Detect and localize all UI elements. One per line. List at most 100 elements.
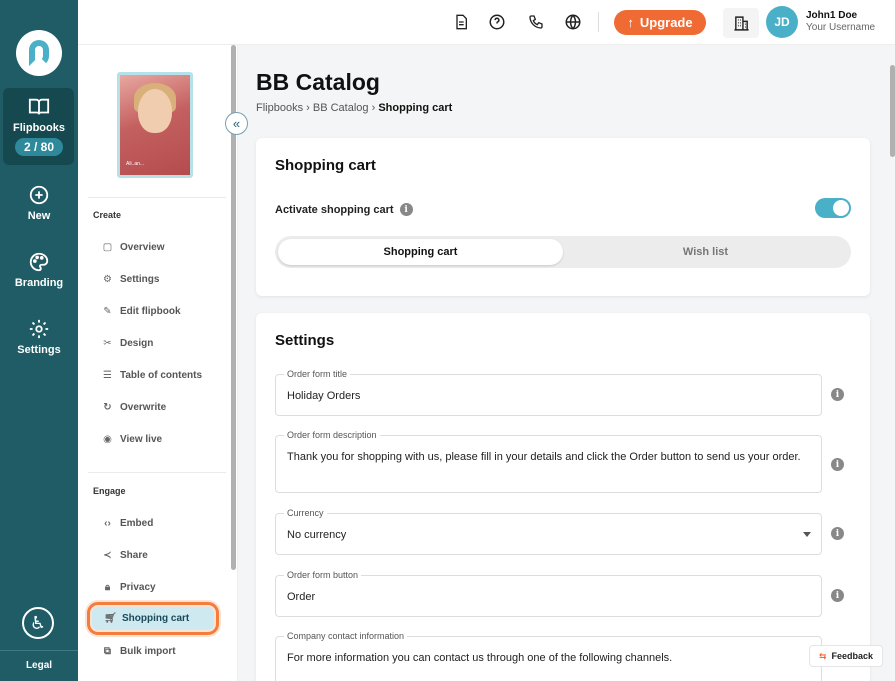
legal-link[interactable]: Legal xyxy=(0,660,78,671)
design-tools-icon: ✂ xyxy=(103,337,112,349)
nav-settings[interactable]: ⚙ Settings xyxy=(90,266,226,292)
code-icon: ‹› xyxy=(104,517,111,529)
breadcrumb-separator-icon: › xyxy=(306,102,313,114)
nav-label: Settings xyxy=(120,273,160,285)
nav-label: Share xyxy=(120,549,148,561)
user-info[interactable]: John1 Doe Your Username xyxy=(806,10,875,34)
flipbook-thumbnail[interactable]: Ali..an... xyxy=(117,72,193,178)
info-icon[interactable]: i xyxy=(831,527,844,540)
nav-shopping-cart[interactable]: 🛒︎ Shopping cart xyxy=(87,602,219,635)
nav-label: Edit flipbook xyxy=(120,305,181,317)
nav-label: Design xyxy=(120,337,154,349)
nav-privacy[interactable]: 🔒︎ Privacy xyxy=(90,574,226,600)
import-icon: ⧉ xyxy=(103,645,112,657)
main-rail: Flipbooks 2 / 80 New Branding Settings ♿… xyxy=(0,0,78,681)
share-icon: ≺ xyxy=(103,549,112,561)
nav-share[interactable]: ≺ Share xyxy=(90,542,226,568)
breadcrumb: Flipbooks › BB Catalog › Shopping cart xyxy=(256,102,452,114)
organization-button[interactable] xyxy=(723,8,759,38)
user-username: Your Username xyxy=(806,22,876,33)
card-title: Shopping cart xyxy=(275,157,376,174)
avatar[interactable]: JD xyxy=(766,6,798,38)
topbar-separator xyxy=(598,12,599,32)
refresh-icon: ↻ xyxy=(103,401,112,413)
currency-select[interactable]: Currency No currency xyxy=(275,508,822,555)
rail-item-settings[interactable]: Settings xyxy=(0,318,78,356)
field-label: Order form button xyxy=(284,570,362,580)
rail-item-branding[interactable]: Branding xyxy=(0,251,78,289)
nav-embed[interactable]: ‹› Embed xyxy=(90,510,226,536)
breadcrumb-current: Shopping cart xyxy=(378,102,453,114)
tab-shopping-cart[interactable]: Shopping cart xyxy=(278,239,563,265)
field-value: Thank you for shopping with us, please f… xyxy=(287,451,801,463)
activate-shopping-cart-toggle[interactable] xyxy=(815,198,851,218)
field-value: Holiday Orders xyxy=(287,390,361,402)
nav-label: Overwrite xyxy=(120,401,167,413)
tab-wish-list[interactable]: Wish list xyxy=(563,239,848,265)
top-bar: ↑ Upgrade JD John1 Doe Your Username xyxy=(78,0,895,45)
gear-icon xyxy=(29,319,49,339)
plus-circle-icon xyxy=(29,185,49,205)
layout-icon: ▢ xyxy=(102,241,113,253)
card-title: Settings xyxy=(275,332,335,349)
info-icon[interactable]: i xyxy=(831,589,844,602)
sidebar-divider xyxy=(88,197,226,198)
accessibility-button[interactable]: ♿ xyxy=(22,607,54,639)
globe-icon[interactable] xyxy=(564,13,582,31)
nav-overview[interactable]: ▢ Overview xyxy=(90,234,226,260)
info-icon[interactable]: i xyxy=(399,203,413,216)
upgrade-label: Upgrade xyxy=(639,15,693,30)
nav-table-of-contents[interactable]: ☰ Table of contents xyxy=(90,362,226,388)
order-form-description-field[interactable]: Order form description Thank you for sho… xyxy=(275,430,822,493)
section-title-create: Create xyxy=(93,210,122,220)
field-value: For more information you can contact us … xyxy=(287,652,673,664)
phone-icon[interactable] xyxy=(527,13,545,31)
double-chevron-left-icon: « xyxy=(232,116,241,131)
app-logo[interactable] xyxy=(16,30,62,76)
chevron-down-icon xyxy=(803,532,811,537)
field-label: Company contact information xyxy=(284,631,408,641)
user-name: John1 Doe xyxy=(806,10,858,21)
field-value: No currency xyxy=(287,529,347,541)
order-form-button-field[interactable]: Order form button Order xyxy=(275,570,822,617)
arrow-up-icon: ↑ xyxy=(627,15,634,30)
nav-design[interactable]: ✂ Design xyxy=(90,330,226,356)
nav-edit-flipbook[interactable]: ✎ Edit flipbook xyxy=(90,298,226,324)
nav-label: Bulk import xyxy=(120,645,176,657)
main-scrollbar[interactable] xyxy=(890,65,895,157)
company-contact-field[interactable]: Company contact information For more inf… xyxy=(275,631,822,681)
shopping-cart-card: Shopping cart Activate shopping cart i S… xyxy=(256,138,870,296)
help-icon[interactable] xyxy=(488,13,506,31)
nav-view-live[interactable]: ◉ View live xyxy=(90,426,226,452)
rail-label-flipbooks: Flipbooks xyxy=(13,122,65,134)
order-form-title-field[interactable]: Order form title Holiday Orders xyxy=(275,369,822,416)
rail-label-branding: Branding xyxy=(14,277,64,289)
info-icon[interactable]: i xyxy=(831,458,844,471)
flipbook-sidebar: Ali..an... Create ▢ Overview ⚙ Settings ✎ E… xyxy=(78,45,238,681)
rail-label-new: New xyxy=(27,210,51,222)
pencil-icon: ✎ xyxy=(103,305,112,317)
nav-overwrite[interactable]: ↻ Overwrite xyxy=(90,394,226,420)
upgrade-button[interactable]: ↑ Upgrade xyxy=(614,10,706,35)
collapse-sidebar-button[interactable]: « xyxy=(225,112,248,135)
breadcrumb-item[interactable]: BB Catalog xyxy=(313,102,369,114)
info-icon[interactable]: i xyxy=(831,388,844,401)
book-icon xyxy=(28,98,50,115)
nav-label: View live xyxy=(120,433,163,445)
nav-label: Overview xyxy=(120,241,165,253)
rail-item-new[interactable]: New xyxy=(0,184,78,222)
section-title-engage: Engage xyxy=(93,486,126,496)
settings-card: Settings Order form title Holiday Orders… xyxy=(256,313,870,681)
feedback-button[interactable]: ⇆ Feedback xyxy=(809,645,883,667)
document-icon[interactable] xyxy=(452,13,470,31)
flipbook-counter-badge: 2 / 80 xyxy=(14,138,64,156)
list-icon: ☰ xyxy=(103,369,112,381)
rail-divider xyxy=(0,650,78,651)
nav-bulk-import[interactable]: ⧉ Bulk import xyxy=(90,638,226,664)
field-label: Currency xyxy=(284,508,327,518)
eye-icon: ◉ xyxy=(103,433,112,445)
breadcrumb-item[interactable]: Flipbooks xyxy=(256,102,303,114)
rail-label-settings: Settings xyxy=(17,344,61,356)
accessibility-icon: ♿ xyxy=(29,612,47,633)
rail-item-flipbooks[interactable]: Flipbooks 2 / 80 xyxy=(0,96,78,156)
